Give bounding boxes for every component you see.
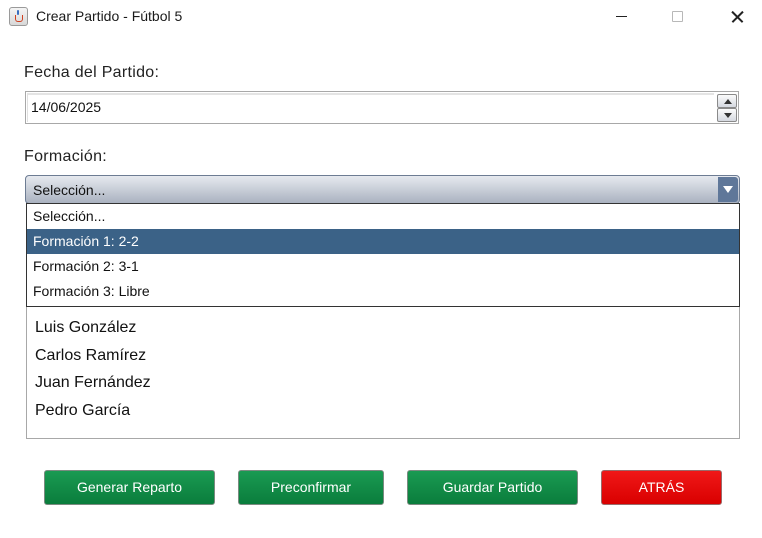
date-spinner[interactable]: 14/06/2025 [25,91,739,124]
maximize-icon [672,11,683,22]
list-item[interactable]: Juan Fernández [35,374,151,392]
generate-button[interactable]: Generar Reparto [44,470,215,505]
dropdown-option[interactable]: Selección... [27,204,739,229]
list-item[interactable]: Luis González [35,319,136,337]
minimize-button[interactable] [596,0,648,34]
list-item[interactable]: Pedro García [35,402,130,420]
window-title: Crear Partido - Fútbol 5 [36,8,183,24]
spinner-down-button[interactable] [717,108,737,122]
dropdown-option[interactable]: Formación 3: Libre [27,279,739,304]
formation-dropdown-list[interactable]: Selección... Formación 1: 2-2 Formación … [26,203,740,307]
formation-combobox[interactable]: Selección... [25,175,740,204]
title-bar: Crear Partido - Fútbol 5 [0,0,762,34]
save-match-button[interactable]: Guardar Partido [407,470,578,505]
arrow-up-icon [724,99,732,104]
date-value[interactable]: 14/06/2025 [31,99,101,115]
close-button[interactable] [710,0,762,34]
dropdown-button[interactable] [718,177,738,202]
dropdown-option[interactable]: Formación 2: 3-1 [27,254,739,279]
java-app-icon [9,7,28,26]
arrow-down-icon [724,113,732,118]
chevron-down-icon [723,186,733,193]
preconfirm-button[interactable]: Preconfirmar [238,470,384,505]
formation-selected-value: Selección... [33,182,106,198]
date-label: Fecha del Partido: [24,64,160,81]
spinner-up-button[interactable] [717,94,737,108]
list-item[interactable]: Carlos Ramírez [35,347,146,365]
formation-label: Formación: [24,148,108,165]
back-button[interactable]: ATRÁS [601,470,722,505]
dropdown-option-highlighted[interactable]: Formación 1: 2-2 [27,229,739,254]
maximize-button[interactable] [652,0,704,34]
minimize-icon [616,16,627,17]
